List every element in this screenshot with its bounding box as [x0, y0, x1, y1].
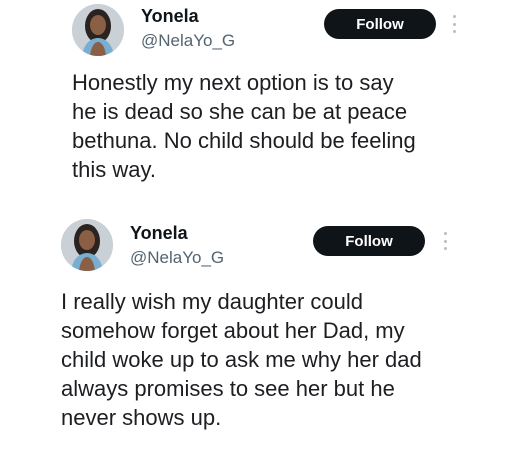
- avatar[interactable]: [61, 219, 113, 271]
- more-vertical-icon[interactable]: [449, 15, 459, 33]
- more-vertical-icon[interactable]: [440, 232, 450, 250]
- tweet: Yonela @NelaYo_G Follow Honestly my next…: [0, 0, 530, 215]
- follow-button[interactable]: Follow: [324, 9, 436, 39]
- profile-photo-icon: [72, 4, 124, 56]
- tweet-text: I really wish my daughter could somehow …: [61, 289, 422, 430]
- user-handle[interactable]: @NelaYo_G: [130, 248, 224, 268]
- tweet: Yonela @NelaYo_G Follow I really wish my…: [0, 215, 530, 462]
- tweet-text: Honestly my next option is to say he is …: [72, 70, 416, 182]
- user-handle[interactable]: @NelaYo_G: [141, 31, 235, 51]
- display-name[interactable]: Yonela: [130, 223, 188, 244]
- display-name[interactable]: Yonela: [141, 6, 199, 27]
- follow-button[interactable]: Follow: [313, 226, 425, 256]
- profile-photo-icon: [61, 219, 113, 271]
- avatar[interactable]: [72, 4, 124, 56]
